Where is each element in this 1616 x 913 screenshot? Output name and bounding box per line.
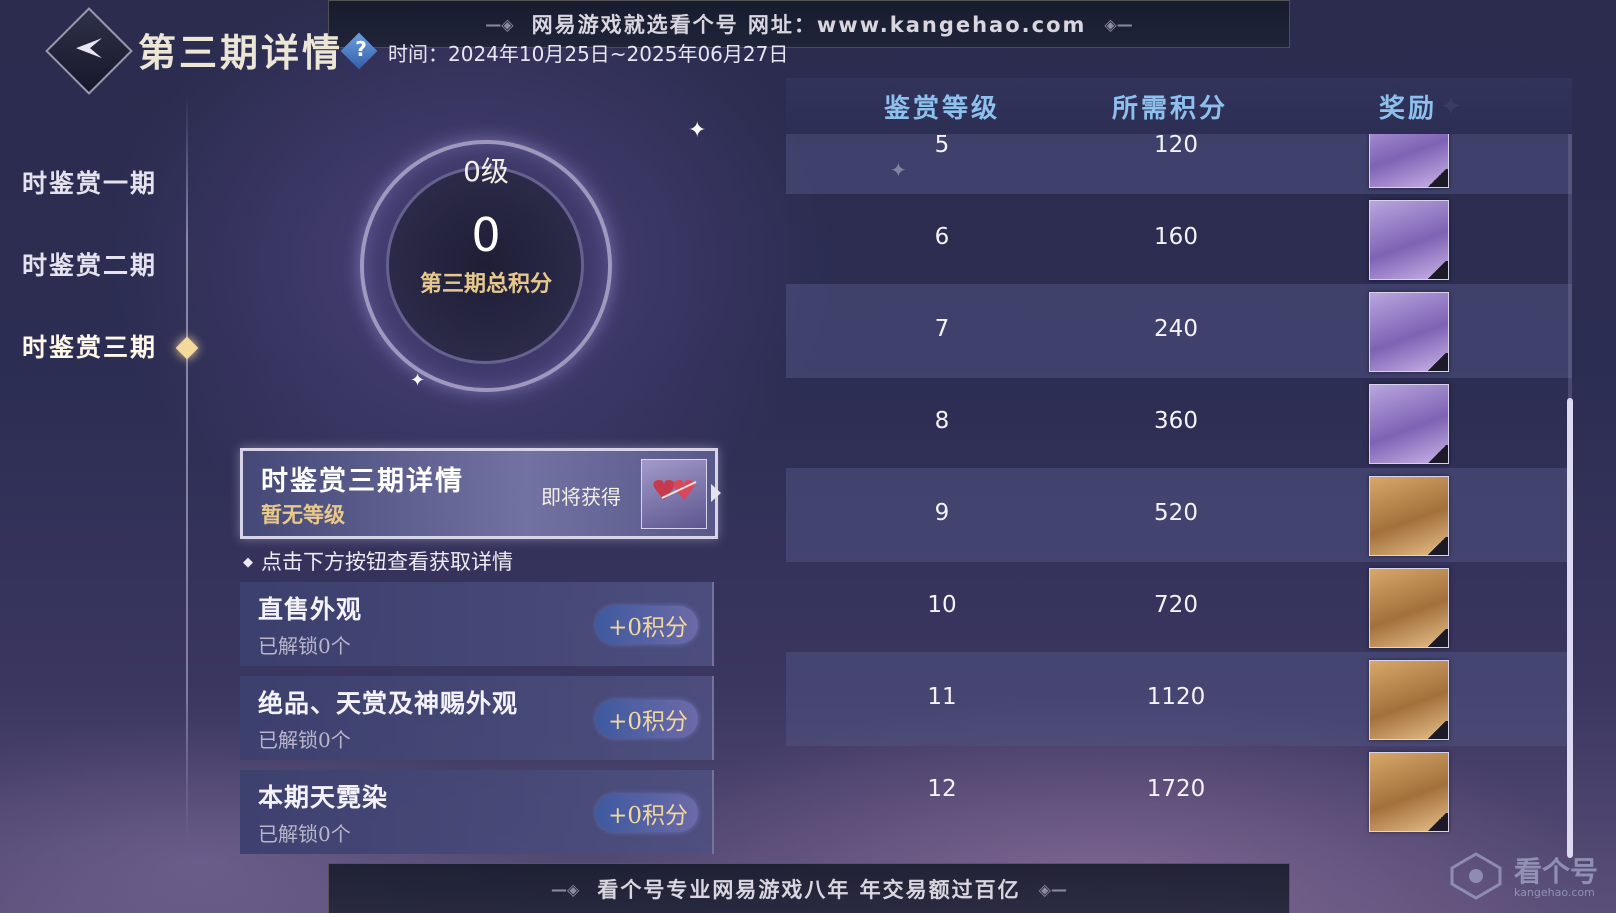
corner-logo-text: 看个号 [1514, 855, 1599, 888]
row-points: 120 [1154, 134, 1198, 158]
row-points: 240 [1154, 316, 1198, 342]
detail-level: 暂无等级 [261, 502, 345, 527]
detail-arrow-icon [711, 484, 721, 502]
tier-corner-icon [1426, 721, 1448, 739]
table-row[interactable]: 12 1720 [786, 744, 1572, 838]
row-level: 5 [934, 134, 950, 158]
upcoming-reward-thumbnail[interactable] [641, 459, 707, 529]
row-level: 7 [934, 316, 950, 342]
watermark-banner-bottom: —◈ 看个号专业网易游戏八年 年交易额过百亿 ◈— [328, 863, 1290, 913]
category-unlocked: 已解锁0个 [258, 634, 351, 658]
sidebar-item-period-2[interactable]: 时鉴赏二期 [22, 246, 157, 282]
reward-thumbnail[interactable] [1369, 134, 1449, 188]
table-header: 鉴赏等级 所需积分 奖励 [786, 78, 1572, 134]
reward-thumbnail[interactable] [1369, 200, 1449, 280]
table-row[interactable]: 9 520 [786, 468, 1572, 562]
ornament-icon: ◈— [1104, 14, 1133, 34]
tier-corner-icon [1426, 445, 1448, 463]
reward-table[interactable]: 鉴赏等级 所需积分 奖励 5 120 6 160 7 240 8 360 9 520 10 720 11… [786, 78, 1572, 858]
dial-caption: 第三期总积分 [419, 271, 552, 297]
category-unlocked: 已解锁0个 [258, 728, 351, 752]
watermark-text: 网易游戏就选看个号 网址：www.kangehao.com [531, 13, 1087, 37]
row-level: 9 [934, 500, 950, 526]
category-points-badge: +0积分 [596, 794, 698, 832]
period-detail-card[interactable]: 时鉴赏三期详情 暂无等级 即将获得 [240, 448, 718, 539]
watermark-text: 看个号专业网易游戏八年 年交易额过百亿 [597, 878, 1021, 902]
tier-corner-icon [1426, 537, 1448, 555]
tier-corner-icon [1426, 353, 1448, 371]
row-points: 520 [1154, 500, 1198, 526]
dial-score: 0 [471, 208, 501, 262]
help-symbol: ? [355, 36, 367, 61]
score-dial: 0级 0 第三期总积分 [360, 140, 612, 392]
ornament-icon: —◈ [551, 879, 580, 899]
reward-thumbnail[interactable] [1369, 660, 1449, 740]
ornament-icon: ◈— [1038, 879, 1067, 899]
category-unlocked: 已解锁0个 [258, 822, 351, 846]
row-points: 160 [1154, 224, 1198, 250]
row-level: 12 [927, 776, 957, 802]
table-row[interactable]: 10 720 [786, 560, 1572, 654]
category-row-dye[interactable]: 本期天霓染 已解锁0个 +0积分 [240, 770, 714, 854]
column-header-level: 鉴赏等级 [883, 94, 1000, 124]
detail-soon-label: 即将获得 [541, 485, 621, 509]
row-points: 1120 [1146, 684, 1206, 710]
table-row[interactable]: 6 160 [786, 192, 1572, 286]
back-button[interactable] [45, 7, 133, 95]
detail-title: 时鉴赏三期详情 [261, 466, 464, 497]
period-time: 时间：2024年10月25日~2025年06月27日 [388, 42, 789, 66]
dial-level: 0级 [463, 155, 509, 188]
category-name: 本期天霓染 [258, 783, 389, 812]
row-level: 11 [927, 684, 957, 710]
table-row[interactable]: 8 360 [786, 376, 1572, 470]
table-row[interactable]: 7 240 [786, 284, 1572, 378]
corner-logo-url: kangehao.com [1514, 886, 1595, 899]
active-marker-icon [175, 336, 199, 360]
category-name: 绝品、天赏及神赐外观 [258, 689, 519, 718]
row-points: 360 [1154, 408, 1198, 434]
corner-watermark-logo: 看个号 kangehao.com [1448, 850, 1608, 904]
row-level: 6 [934, 224, 950, 250]
back-arrow-icon [76, 38, 102, 59]
page-title: 第三期详情 [138, 30, 344, 75]
tier-corner-icon [1426, 629, 1448, 647]
row-level: 10 [927, 592, 957, 618]
tier-corner-icon [1426, 261, 1448, 279]
table-row[interactable]: 11 1120 [786, 652, 1572, 746]
table-row[interactable]: 5 120 [786, 134, 1572, 194]
column-header-points: 所需积分 [1111, 94, 1228, 124]
sidebar-divider [186, 95, 188, 840]
hearts-icon [653, 479, 697, 500]
scrollbar-thumb[interactable] [1567, 398, 1573, 858]
row-points: 720 [1154, 592, 1198, 618]
category-row-direct-sale[interactable]: 直售外观 已解锁0个 +0积分 [240, 582, 714, 666]
column-header-reward: 奖励 [1378, 94, 1437, 124]
sidebar-item-period-1[interactable]: 时鉴赏一期 [22, 164, 157, 200]
sparkle-icon: ✦ [688, 118, 707, 143]
eye-logo-icon [1450, 852, 1502, 900]
category-points-badge: +0积分 [596, 606, 698, 644]
category-points-badge: +0积分 [596, 700, 698, 738]
reward-thumbnail[interactable] [1369, 292, 1449, 372]
sidebar-item-period-3[interactable]: 时鉴赏三期 [22, 328, 157, 364]
tier-corner-icon [1426, 169, 1448, 187]
reward-thumbnail[interactable] [1369, 384, 1449, 464]
dial-inner [386, 166, 584, 364]
reward-thumbnail[interactable] [1369, 476, 1449, 556]
ornament-icon: —◈ [485, 14, 514, 34]
reward-thumbnail[interactable] [1369, 568, 1449, 648]
hint-text: 点击下方按钮查看获取详情 [243, 546, 513, 576]
category-row-premium[interactable]: 绝品、天赏及神赐外观 已解锁0个 +0积分 [240, 676, 714, 760]
tier-corner-icon [1426, 813, 1448, 831]
game-screen: ✦ ✦ ✦ ✦ ✦ —◈ 网易游戏就选看个号 网址：www.kangehao.c… [0, 0, 1616, 913]
table-rows-viewport[interactable]: 5 120 6 160 7 240 8 360 9 520 10 720 11 1120 12 1720 [786, 134, 1572, 858]
category-name: 直售外观 [258, 595, 363, 624]
row-points: 1720 [1146, 776, 1206, 802]
reward-thumbnail[interactable] [1369, 752, 1449, 832]
row-level: 8 [934, 408, 950, 434]
